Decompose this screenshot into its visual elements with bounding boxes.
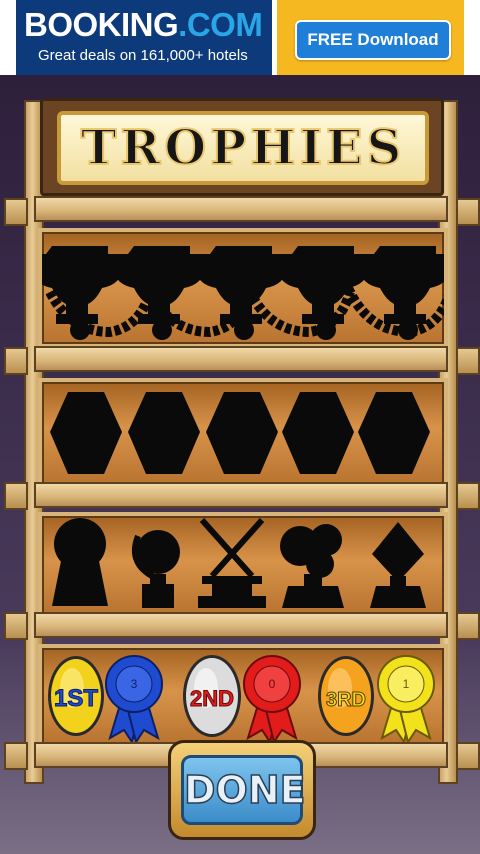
ad-brand-main: BOOKING <box>24 6 179 43</box>
shelf-peg <box>456 482 480 510</box>
shelf-peg <box>456 198 480 226</box>
yellow-ribbon-label: 1 <box>403 677 410 691</box>
shelf-row-cups <box>32 228 455 348</box>
shelf-plank <box>34 612 448 638</box>
cup-row-svg <box>32 246 455 340</box>
first-place-label: 1ST <box>54 685 98 712</box>
third-place-medal: 3RD <box>318 656 374 736</box>
hexagon-row-svg <box>50 392 430 474</box>
ad-banner[interactable]: BOOKING.COM Great deals on 161,000+ hote… <box>0 0 480 75</box>
red-ribbon-award: 0 <box>243 655 301 745</box>
first-place-medal: 1ST <box>48 656 104 736</box>
awards-row-svg: 1ST 3 2ND 0 3RD 1 <box>48 655 435 745</box>
keyhole-trophy-icon <box>52 518 108 606</box>
blue-ribbon-label: 3 <box>131 677 138 691</box>
blue-ribbon-award: 3 <box>105 655 163 745</box>
diamond-trophy-icon <box>370 522 426 608</box>
second-place-medal: 2ND <box>183 655 241 737</box>
page-title: TROPHIES <box>80 119 406 177</box>
third-place-label: 3RD <box>326 689 366 711</box>
shelf-peg <box>456 612 480 640</box>
second-place-label: 2ND <box>190 686 234 711</box>
title-board: TROPHIES <box>40 98 444 196</box>
shelf-plank <box>34 196 448 222</box>
title-plate: TROPHIES <box>57 111 429 185</box>
shelf-peg <box>4 612 28 640</box>
shelf-row-misc <box>38 512 448 618</box>
done-button-label: DONE <box>183 767 306 813</box>
hexagon-silhouette-icon <box>206 392 278 474</box>
shelf-peg <box>456 742 480 770</box>
hexagon-silhouette-icon <box>128 392 200 474</box>
shelf-peg <box>4 347 28 375</box>
shelf-peg <box>4 742 28 770</box>
red-ribbon-label: 0 <box>269 677 276 691</box>
yellow-ribbon-award: 1 <box>377 655 435 745</box>
shelf-row-hexagons <box>38 378 448 488</box>
ad-brand-panel[interactable]: BOOKING.COM Great deals on 161,000+ hote… <box>16 0 272 75</box>
ad-brand-logo: BOOKING.COM <box>24 6 263 44</box>
hexagon-silhouette-icon <box>358 392 430 474</box>
hexagon-silhouette-icon <box>50 392 122 474</box>
ad-tagline: Great deals on 161,000+ hotels <box>38 47 248 64</box>
shelf-plank <box>34 482 448 508</box>
flower-trophy-icon <box>280 524 344 608</box>
shelf-plank <box>34 346 448 372</box>
misc-row-svg <box>52 518 426 608</box>
ad-cta-panel[interactable]: FREE Download <box>277 0 464 75</box>
done-button-face[interactable]: DONE <box>181 755 306 825</box>
crossed-swords-trophy-icon <box>198 518 266 608</box>
shelf-peg <box>4 482 28 510</box>
ad-download-button[interactable]: FREE Download <box>295 20 451 60</box>
trophy-cup-silhouette-icon <box>196 246 286 340</box>
ad-brand-tld: .COM <box>178 6 263 43</box>
hexagon-silhouette-icon <box>282 392 354 474</box>
globe-trophy-icon <box>131 530 180 608</box>
shelf-peg <box>456 347 480 375</box>
shelf-peg <box>4 198 28 226</box>
done-button[interactable]: DONE <box>168 740 316 840</box>
shelf-row-awards: 1ST 3 2ND 0 3RD 1 <box>38 644 448 748</box>
